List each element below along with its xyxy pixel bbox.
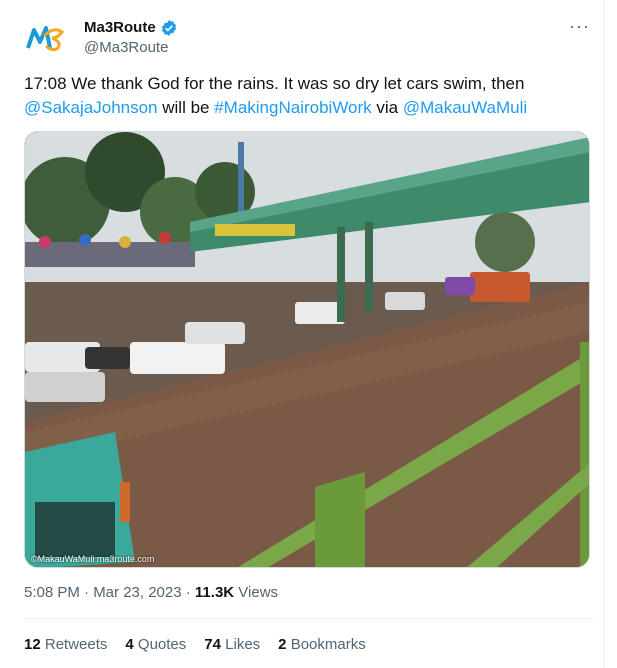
views-label: Views [234, 584, 279, 601]
bookmarks-stat[interactable]: 2 Bookmarks [278, 636, 366, 653]
tweet-header: Ma3Route @Ma3Route ··· [24, 16, 594, 60]
mention-sakaja[interactable]: @SakajaJohnson [24, 98, 158, 117]
tweet-text: 17:08 We thank God for the rains. It was… [24, 72, 594, 120]
tweet-text-via: via [371, 98, 403, 117]
display-name-row[interactable]: Ma3Route [84, 18, 178, 38]
tweet-card: Ma3Route @Ma3Route ··· 17:08 We thank Go… [0, 0, 605, 668]
retweets-stat[interactable]: 12 Retweets [24, 636, 107, 653]
bookmarks-count: 2 [278, 636, 287, 653]
bookmarks-label: Bookmarks [290, 636, 366, 653]
ma3route-logo-icon [26, 26, 65, 52]
more-options-button[interactable]: ··· [569, 16, 590, 37]
flooded-road-photo [25, 132, 589, 567]
verified-badge-icon [161, 20, 176, 36]
tweet-timestamp-row: 5:08 PM · Mar 23, 2023 · 11.3K Views [24, 584, 278, 601]
tweet-text-will-be: will be [157, 98, 215, 117]
views-count: 11.3K [194, 584, 235, 601]
mention-makau[interactable]: @MakauWaMuli [403, 98, 527, 117]
tweet-timestamp[interactable]: 5:08 PM · Mar 23, 2023 · [24, 584, 195, 601]
likes-stat[interactable]: 74 Likes [204, 636, 260, 653]
hashtag-link[interactable]: #MakingNairobiWork [214, 98, 371, 117]
quotes-count: 4 [125, 636, 134, 653]
divider [24, 618, 594, 619]
photo-watermark: ©MakauWaMuli ma3route.com [31, 554, 155, 564]
tweet-stats-row: 12 Retweets 4 Quotes 74 Likes 2 Bookmark… [24, 636, 366, 653]
tweet-photo[interactable]: ©MakauWaMuli ma3route.com [24, 131, 590, 568]
likes-count: 74 [204, 636, 221, 653]
likes-label: Likes [225, 636, 261, 653]
retweets-count: 12 [24, 636, 41, 653]
tweet-text-intro: 17:08 We thank God for the rains. It was… [24, 74, 525, 93]
quotes-stat[interactable]: 4 Quotes [125, 636, 186, 653]
quotes-label: Quotes [137, 636, 187, 653]
avatar[interactable] [24, 16, 68, 60]
user-handle[interactable]: @Ma3Route [84, 38, 178, 58]
retweets-label: Retweets [44, 636, 108, 653]
display-name[interactable]: Ma3Route [84, 18, 156, 38]
